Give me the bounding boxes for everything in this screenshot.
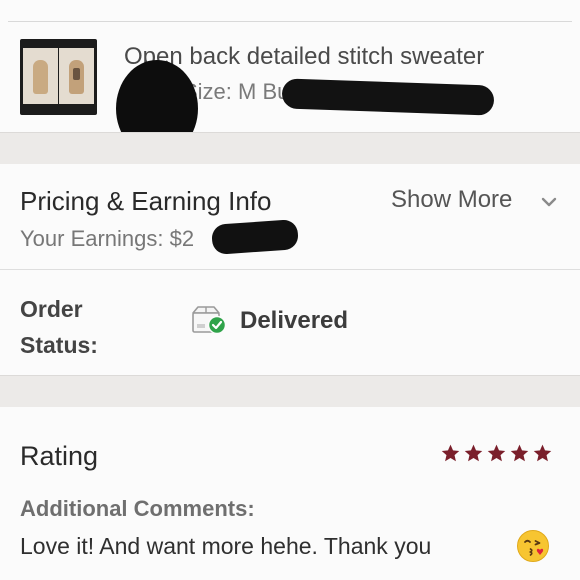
additional-comments-label: Additional Comments:: [20, 496, 255, 521]
star-icon: [533, 444, 552, 462]
face-blowing-kiss-emoji: [517, 530, 549, 562]
pricing-title: Pricing & Earning Info: [20, 186, 272, 216]
package-delivered-icon: [192, 306, 227, 335]
thumbnail-photo-back: [59, 48, 94, 104]
order-status-label: Order Status:: [20, 296, 98, 358]
rating-title: Rating: [20, 441, 99, 471]
order-status-value: Delivered: [240, 307, 349, 334]
earnings-text: Your Earnings: $2: [20, 226, 195, 251]
product-thumbnail[interactable]: [20, 39, 97, 115]
pricing-section: Pricing & Earning Info Your Earnings: $2…: [0, 164, 580, 270]
thumbnail-photo-front: [23, 48, 58, 104]
star-icon: [464, 444, 483, 462]
star-icon: [441, 444, 460, 462]
order-details-screen: Open back detailed stitch sweater Size: …: [0, 0, 580, 580]
order-status-section: Order Status: Delivered: [0, 271, 580, 375]
section-gap: [0, 375, 580, 407]
star-icon: [510, 444, 529, 462]
star-icon: [487, 444, 506, 462]
section-gap: [0, 132, 580, 164]
rating-section: Rating Additional Comments: Love it! And…: [0, 407, 580, 580]
comment-text: Love it! And want more hehe. Thank you: [20, 533, 432, 559]
chevron-down-icon[interactable]: [541, 194, 557, 210]
product-row[interactable]: Open back detailed stitch sweater Size: …: [0, 22, 580, 132]
redaction-mark: [211, 219, 299, 255]
show-more-button[interactable]: Show More: [391, 186, 512, 214]
star-rating: [440, 443, 554, 465]
